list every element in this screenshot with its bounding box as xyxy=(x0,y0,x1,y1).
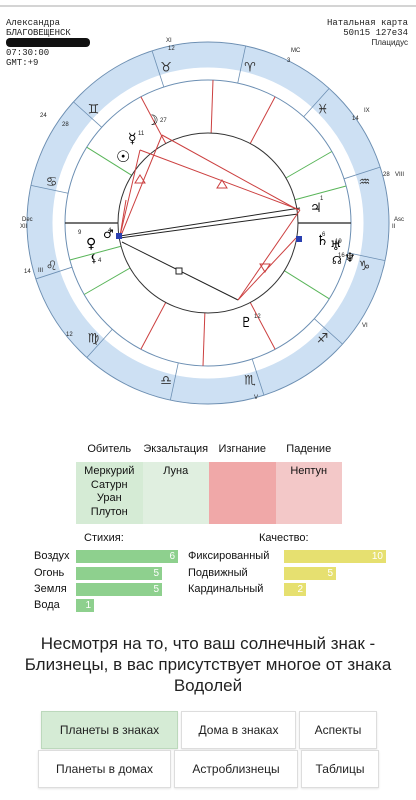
dignity-domicile-cell: Меркурий Сатурн Уран Плутон xyxy=(76,462,143,524)
house-label: 28 xyxy=(383,172,390,178)
house-label: 14 xyxy=(24,269,31,275)
house-label: Dec xyxy=(22,217,33,223)
quality-bar-mutable: 5 xyxy=(284,567,336,580)
planet-marker xyxy=(296,236,302,242)
capricorn-icon: ♑ xyxy=(359,259,371,274)
house-label: 24 xyxy=(40,113,47,119)
sun-sign-message: Несмотря на то, что ваш солнечный знак -… xyxy=(24,634,392,695)
planet-degree: 18 xyxy=(346,256,353,262)
bar-value: 10 xyxy=(371,551,383,562)
aspect-marker xyxy=(175,267,183,275)
dignity-item: Сатурн xyxy=(90,478,128,491)
dignity-fall-cell: Нептун xyxy=(275,462,342,524)
scorpio-icon: ♏ xyxy=(244,373,256,388)
house-label: XI xyxy=(166,38,172,44)
bar-value: 5 xyxy=(327,568,333,579)
dignity-table: Обитель Экзальтация Изгнание Падение Мер… xyxy=(76,440,342,524)
tab-tables[interactable]: Таблицы xyxy=(301,750,379,788)
pluto-icon: ♇ xyxy=(240,315,253,331)
quality-bar-fixed: 10 xyxy=(284,550,386,563)
quality-title: Качество: xyxy=(259,532,309,544)
taurus-icon: ♉ xyxy=(160,61,172,76)
element-bar-air: 6 xyxy=(76,550,178,563)
house-label: XII xyxy=(20,224,28,230)
planet-degree: 19 xyxy=(335,239,342,245)
moon-icon: ☽ xyxy=(146,113,159,129)
element-label-earth: Земля xyxy=(34,583,67,595)
quality-label-mutable: Подвижный xyxy=(188,567,248,579)
mercury-icon: ☿ xyxy=(128,131,137,147)
dignity-item: Плутон xyxy=(90,505,128,518)
house-label: III xyxy=(38,268,43,274)
element-label-fire: Огонь xyxy=(34,567,65,579)
house-label: IX xyxy=(364,108,370,114)
quality-bar-cardinal: 2 xyxy=(284,583,306,596)
dignity-item: Уран xyxy=(96,492,122,504)
planet-degree: 11 xyxy=(138,131,145,137)
aquarius-icon: ♒ xyxy=(359,175,371,190)
planet-degree: 12 xyxy=(254,314,261,320)
quality-label-cardinal: Кардинальный xyxy=(188,583,264,595)
house-label: 28 xyxy=(62,122,69,128)
dignity-item: Нептун xyxy=(290,465,328,477)
element-label-air: Воздух xyxy=(34,550,70,562)
planet-degree: 27 xyxy=(160,118,167,124)
venus-icon: ♀ xyxy=(86,236,96,252)
house-label: 12 xyxy=(168,46,175,52)
house-label: V xyxy=(254,395,258,401)
house-label: VI xyxy=(362,323,368,329)
dignity-item: Луна xyxy=(163,465,189,477)
dignity-detriment-cell xyxy=(209,462,276,524)
natal-chart[interactable]: ♈ ♉ ♊ ♋ ♌ ♍ ♎ ♏ ♐ ♑ ♒ ♓ ☉ ☽ ☿ ♀ ♂ ♃ ♄ ♅ … xyxy=(0,0,416,420)
bar-value: 5 xyxy=(153,568,159,579)
house-label: VIII xyxy=(395,172,404,178)
dignity-body: Меркурий Сатурн Уран Плутон Луна Нептун xyxy=(76,462,342,524)
sun-icon: ☉ xyxy=(116,147,130,166)
pisces-icon: ♓ xyxy=(317,102,329,117)
jupiter-icon: ♃ xyxy=(310,201,322,216)
dignity-header-fall: Падение xyxy=(286,443,332,455)
tab-astro-twins[interactable]: Астроблизнецы xyxy=(174,750,298,788)
bar-value: 5 xyxy=(153,584,159,595)
house-label: MC xyxy=(291,48,301,54)
dignity-header-exaltation: Экзальтация xyxy=(143,443,209,455)
lilith-icon: ⚸ xyxy=(90,252,98,265)
tab-planets-in-signs[interactable]: Планеты в знаках xyxy=(41,711,178,749)
house-label: 14 xyxy=(352,116,359,122)
house-label: II xyxy=(392,224,396,230)
tab-planets-in-houses[interactable]: Планеты в домах xyxy=(38,750,171,788)
element-label-water: Вода xyxy=(34,599,60,611)
gemini-icon: ♊ xyxy=(88,102,100,117)
bar-value: 2 xyxy=(297,584,303,595)
sagittarius-icon: ♐ xyxy=(317,332,329,347)
aries-icon: ♈ xyxy=(244,61,256,76)
dignity-item: Меркурий xyxy=(84,465,135,477)
dignity-header-detriment: Изгнание xyxy=(218,443,267,455)
dignity-exaltation-cell: Луна xyxy=(142,462,209,524)
libra-icon: ♎ xyxy=(160,373,172,388)
dignity-header-domicile: Обитель xyxy=(87,443,132,455)
leo-icon: ♌ xyxy=(46,259,58,274)
quality-label-fixed: Фиксированный xyxy=(188,550,270,562)
tab-houses-in-signs[interactable]: Дома в знаках xyxy=(181,711,296,749)
tab-aspects[interactable]: Аспекты xyxy=(299,711,377,749)
virgo-icon: ♍ xyxy=(88,332,100,347)
element-bar-water: 1 xyxy=(76,599,94,612)
house-label: Asc xyxy=(394,217,404,223)
dignity-header: Обитель Экзальтация Изгнание Падение xyxy=(76,440,342,458)
elements-title: Стихия: xyxy=(84,532,124,544)
house-label: 12 xyxy=(66,332,73,338)
bar-value: 1 xyxy=(85,600,91,611)
element-bar-fire: 5 xyxy=(76,567,162,580)
planet-marker xyxy=(116,233,122,239)
planet-degree: 16 xyxy=(338,253,345,259)
natal-chart-svg: ♈ ♉ ♊ ♋ ♌ ♍ ♎ ♏ ♐ ♑ ♒ ♓ ☉ ☽ ☿ ♀ ♂ ♃ ♄ ♅ ♆ ♇ ☊ ⚸ 27… xyxy=(0,5,416,405)
cancer-icon: ♋ xyxy=(46,175,58,190)
bar-value: 6 xyxy=(169,551,175,562)
element-bar-earth: 5 xyxy=(76,583,162,596)
